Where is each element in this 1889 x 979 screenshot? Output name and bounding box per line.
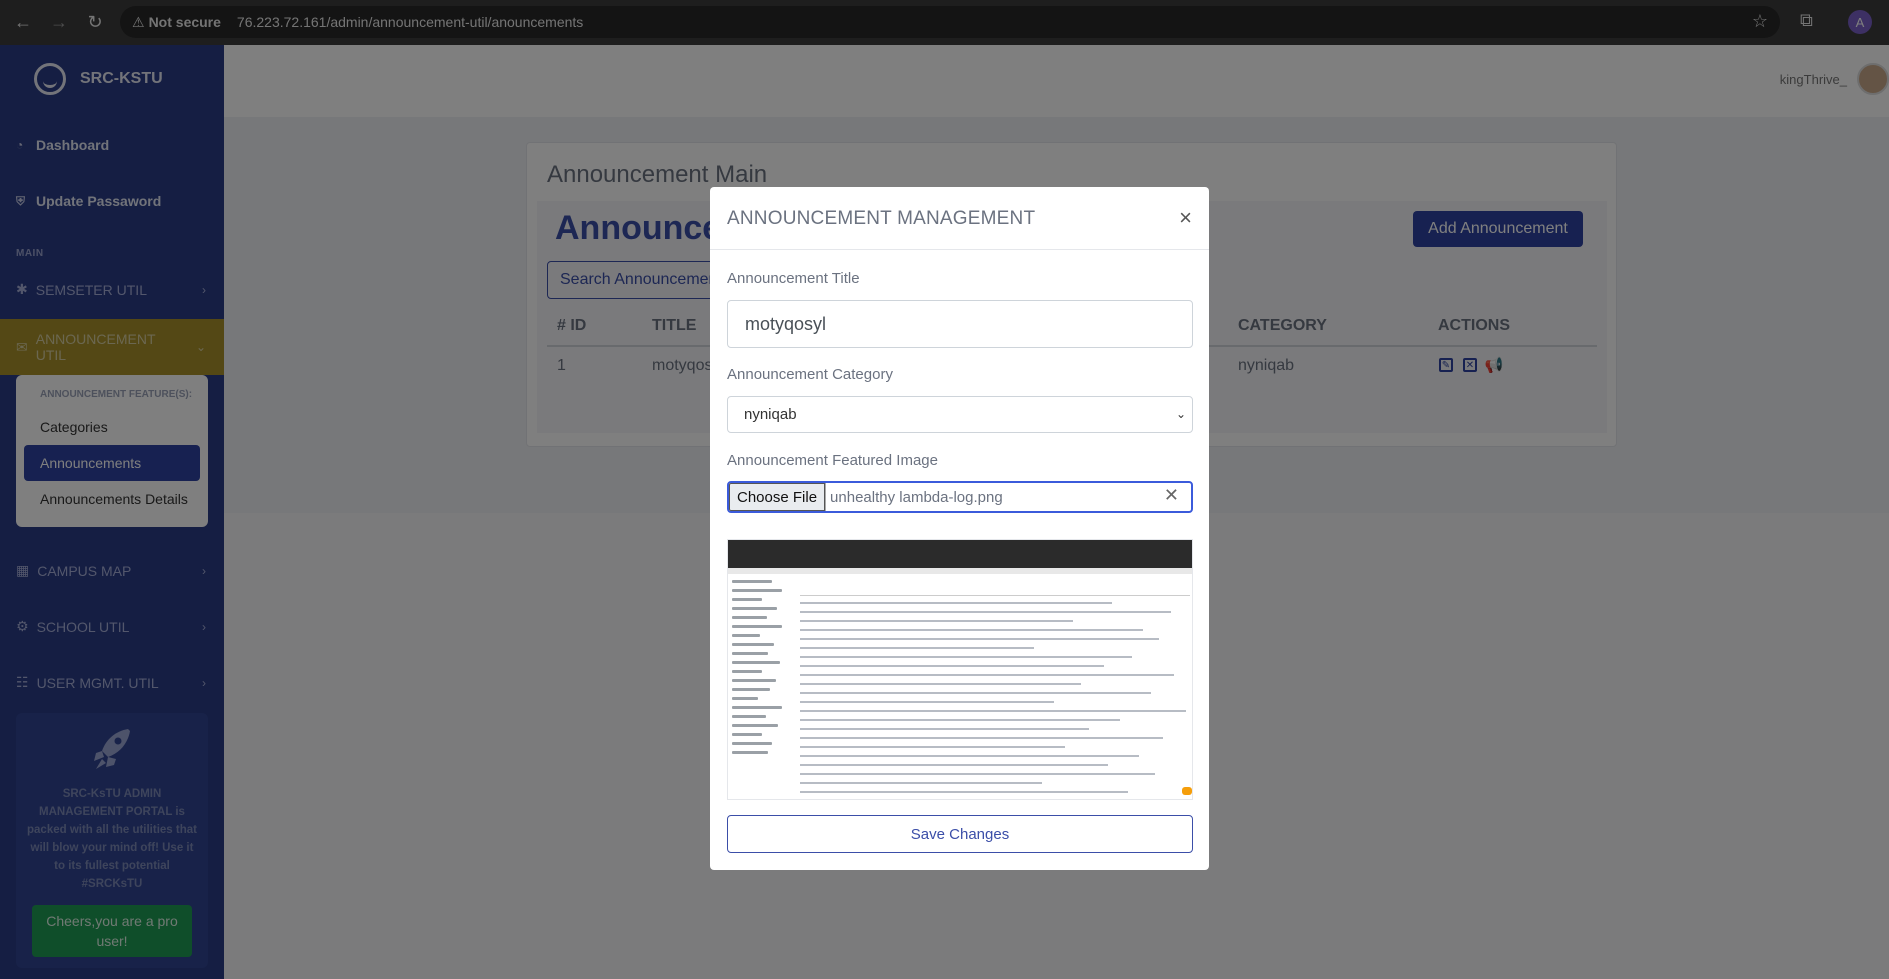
clear-file-icon[interactable]: ✕ — [1164, 485, 1179, 506]
modal-header: ANNOUNCEMENT MANAGEMENT × — [710, 187, 1209, 250]
image-label: Announcement Featured Image — [727, 452, 938, 469]
modal-title: ANNOUNCEMENT MANAGEMENT — [727, 208, 1036, 229]
save-changes-button[interactable]: Save Changes — [727, 815, 1193, 853]
chevron-down-icon: ⌄ — [1175, 407, 1186, 421]
preview-log-rows — [800, 602, 1190, 799]
preview-badge — [1182, 787, 1192, 795]
file-name: unhealthy lambda-log.png — [830, 488, 1003, 506]
announcement-modal: ANNOUNCEMENT MANAGEMENT × Announcement T… — [710, 187, 1209, 870]
category-select[interactable]: nyniqab ⌄ — [727, 396, 1193, 433]
category-label: Announcement Category — [727, 366, 893, 383]
image-preview — [727, 539, 1193, 800]
title-input[interactable]: motyqosyl — [727, 300, 1193, 348]
title-label: Announcement Title — [727, 270, 860, 287]
preview-browser-bar — [728, 540, 1192, 568]
category-select-value: nyniqab — [744, 406, 797, 423]
preview-sidebar — [732, 580, 792, 790]
preview-breadcrumb-bar — [728, 568, 1192, 574]
file-input[interactable]: Choose File unhealthy lambda-log.png ✕ — [727, 481, 1193, 513]
preview-header — [800, 580, 1190, 596]
close-icon[interactable]: × — [1179, 205, 1192, 231]
choose-file-button[interactable]: Choose File — [729, 483, 827, 511]
